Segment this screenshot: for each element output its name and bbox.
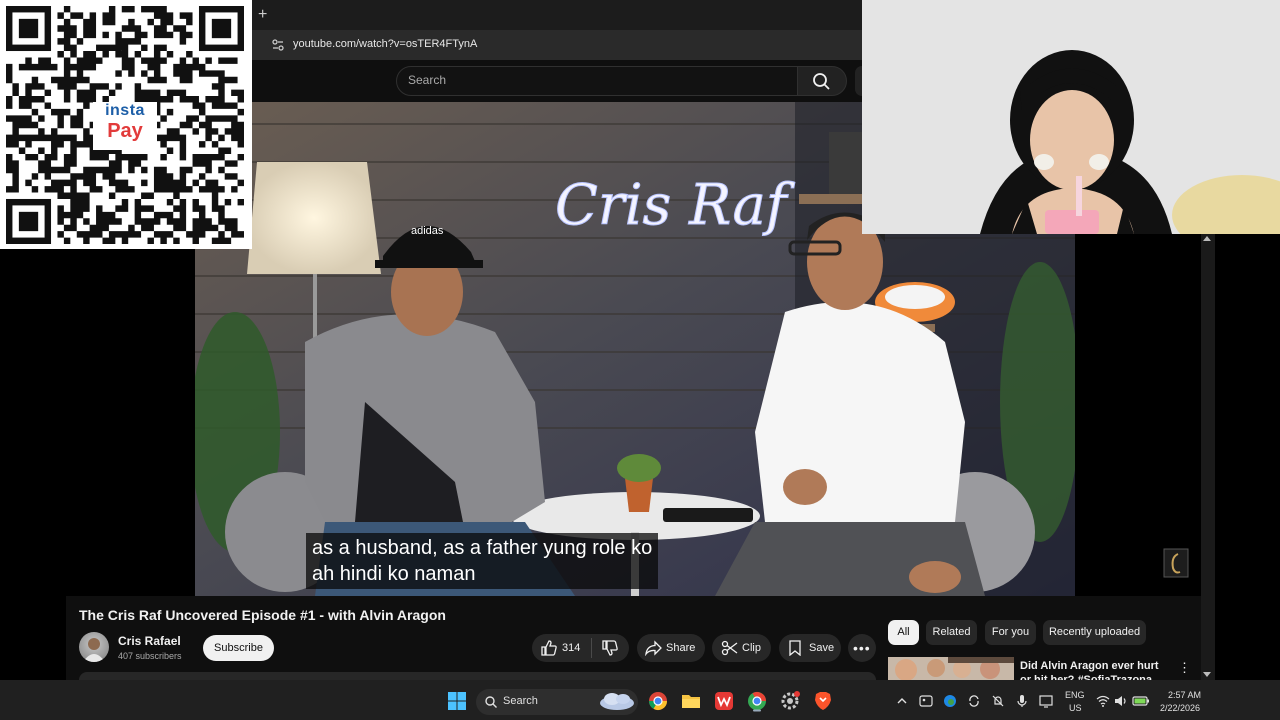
file-explorer-icon[interactable] [680, 690, 702, 712]
logo-line-2: Pay [107, 120, 143, 142]
video-letterbox-right [1075, 234, 1201, 596]
neon-sign-text: Cris Raf [555, 173, 796, 238]
like-divider [591, 638, 592, 658]
avatar-person-icon [83, 638, 105, 662]
webcam-feed [862, 0, 1280, 234]
chip-recently-uploaded[interactable]: Recently uploaded [1043, 620, 1146, 645]
channel-name[interactable]: Cris Rafael [118, 634, 181, 648]
more-horizontal-icon: ••• [853, 640, 871, 656]
subtitle-caption: as a husband, as a father yung role ko a… [306, 533, 659, 589]
taskbar-search-label: Search [503, 695, 538, 707]
windows-start-icon[interactable] [446, 690, 468, 712]
chrome-icon[interactable] [647, 690, 669, 712]
scissors-icon [721, 640, 738, 656]
recommendation-menu-icon[interactable]: ⋮ [1178, 660, 1191, 676]
subscriber-count: 407 subscribers [118, 651, 182, 661]
cap-logo-text: adidas [411, 225, 444, 237]
browser-tab-strip [252, 0, 862, 30]
voice-search-button[interactable] [855, 66, 862, 96]
wifi-icon[interactable] [1096, 694, 1110, 708]
page-scrollbar[interactable] [1201, 234, 1215, 680]
battery-charging-icon[interactable] [1132, 694, 1150, 708]
like-thumb-up-icon[interactable] [540, 640, 558, 656]
search-placeholder: Search [408, 73, 447, 87]
wps-office-icon[interactable] [713, 690, 735, 712]
taskbar-search-icon [485, 696, 497, 708]
scroll-up-arrow-icon[interactable] [1203, 236, 1211, 241]
notifications-muted-icon[interactable] [991, 694, 1005, 708]
like-count[interactable]: 314 [562, 642, 580, 654]
brave-browser-icon[interactable] [812, 690, 834, 712]
tray-app-icon[interactable] [919, 694, 933, 708]
logo-line-1: insta [105, 102, 145, 119]
subscribe-button[interactable]: Subscribe [203, 635, 274, 661]
search-input[interactable] [396, 66, 798, 96]
bookmark-save-icon [789, 640, 801, 656]
chip-for-you[interactable]: For you [985, 620, 1036, 645]
search-highlight-cloud-icon [600, 693, 634, 710]
caption-line-1: as a husband, as a father yung role ko [312, 537, 653, 559]
share-label: Share [666, 642, 696, 654]
recommended-video-title[interactable]: Did Alvin Aragon ever hurt or hit her? #… [1020, 659, 1170, 680]
sync-icon[interactable] [967, 694, 981, 708]
chip-all[interactable]: All [888, 620, 919, 645]
qr-finder-pattern [6, 198, 52, 244]
recommended-video-thumbnail[interactable] [888, 657, 1014, 680]
search-icon [813, 73, 830, 90]
thumbnail-faces [888, 657, 1014, 680]
save-label: Save [809, 642, 835, 654]
windows-taskbar [0, 680, 1280, 720]
share-arrow-icon [645, 640, 662, 656]
description-box[interactable] [79, 672, 876, 680]
scroll-down-arrow-icon[interactable] [1203, 672, 1211, 677]
input-region[interactable]: US [1069, 703, 1082, 713]
microphone-icon[interactable] [1015, 694, 1029, 708]
channel-avatar[interactable] [79, 632, 109, 662]
clip-label: Clip [742, 642, 761, 654]
caption-line-2: ah hindi ko naman [312, 563, 476, 585]
video-title: The Cris Raf Uncovered Episode #1 - with… [79, 607, 446, 623]
site-settings-icon[interactable] [270, 37, 286, 53]
show-hidden-icons-chevron-icon[interactable] [895, 694, 909, 708]
dislike-thumb-down-icon[interactable] [601, 640, 619, 656]
volume-icon[interactable] [1114, 694, 1128, 708]
channel-watermark-icon[interactable] [1163, 548, 1189, 578]
clock-date[interactable]: 2/22/2026 [1160, 703, 1200, 713]
edge-tray-icon[interactable] [943, 694, 957, 708]
settings-gear-icon[interactable] [779, 690, 801, 712]
qr-code-panel: insta Pay [0, 0, 252, 249]
chip-related[interactable]: Related [926, 620, 977, 645]
qr-finder-pattern [198, 6, 244, 52]
instapay-logo: insta Pay [93, 102, 157, 150]
url-text[interactable]: youtube.com/watch?v=osTER4FTynA [293, 38, 477, 50]
chrome-profile-icon[interactable] [746, 690, 768, 712]
video-letterbox-left [66, 249, 195, 596]
webcam-overlay [862, 0, 1280, 234]
input-language[interactable]: ENG [1065, 690, 1085, 700]
clock-time[interactable]: 2:57 AM [1168, 690, 1201, 700]
search-button[interactable] [797, 66, 847, 96]
qr-finder-pattern [6, 6, 52, 52]
display-tray-icon[interactable] [1039, 694, 1053, 708]
new-tab-button[interactable]: + [258, 6, 272, 24]
